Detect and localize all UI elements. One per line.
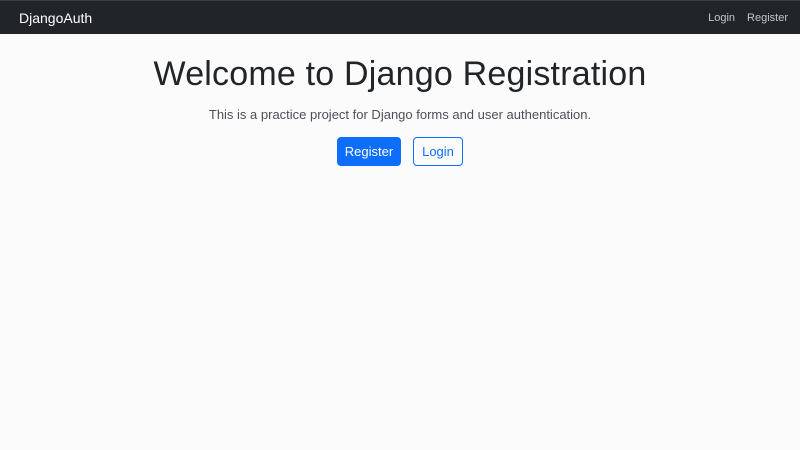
nav-link-register[interactable]: Register bbox=[741, 12, 794, 24]
page-title: Welcome to Django Registration bbox=[153, 55, 647, 93]
register-button[interactable]: Register bbox=[337, 137, 401, 166]
nav-link-login[interactable]: Login bbox=[702, 12, 741, 24]
hero-section: Welcome to Django Registration This is a… bbox=[0, 34, 800, 166]
hero-lead-text: This is a practice project for Django fo… bbox=[208, 107, 592, 122]
hero-actions: Register Login bbox=[0, 137, 800, 166]
navbar-links: Login Register bbox=[702, 12, 794, 24]
login-button[interactable]: Login bbox=[413, 137, 463, 166]
navbar-brand[interactable]: DjangoAuth bbox=[19, 10, 92, 26]
top-navbar: DjangoAuth Login Register bbox=[0, 0, 800, 34]
